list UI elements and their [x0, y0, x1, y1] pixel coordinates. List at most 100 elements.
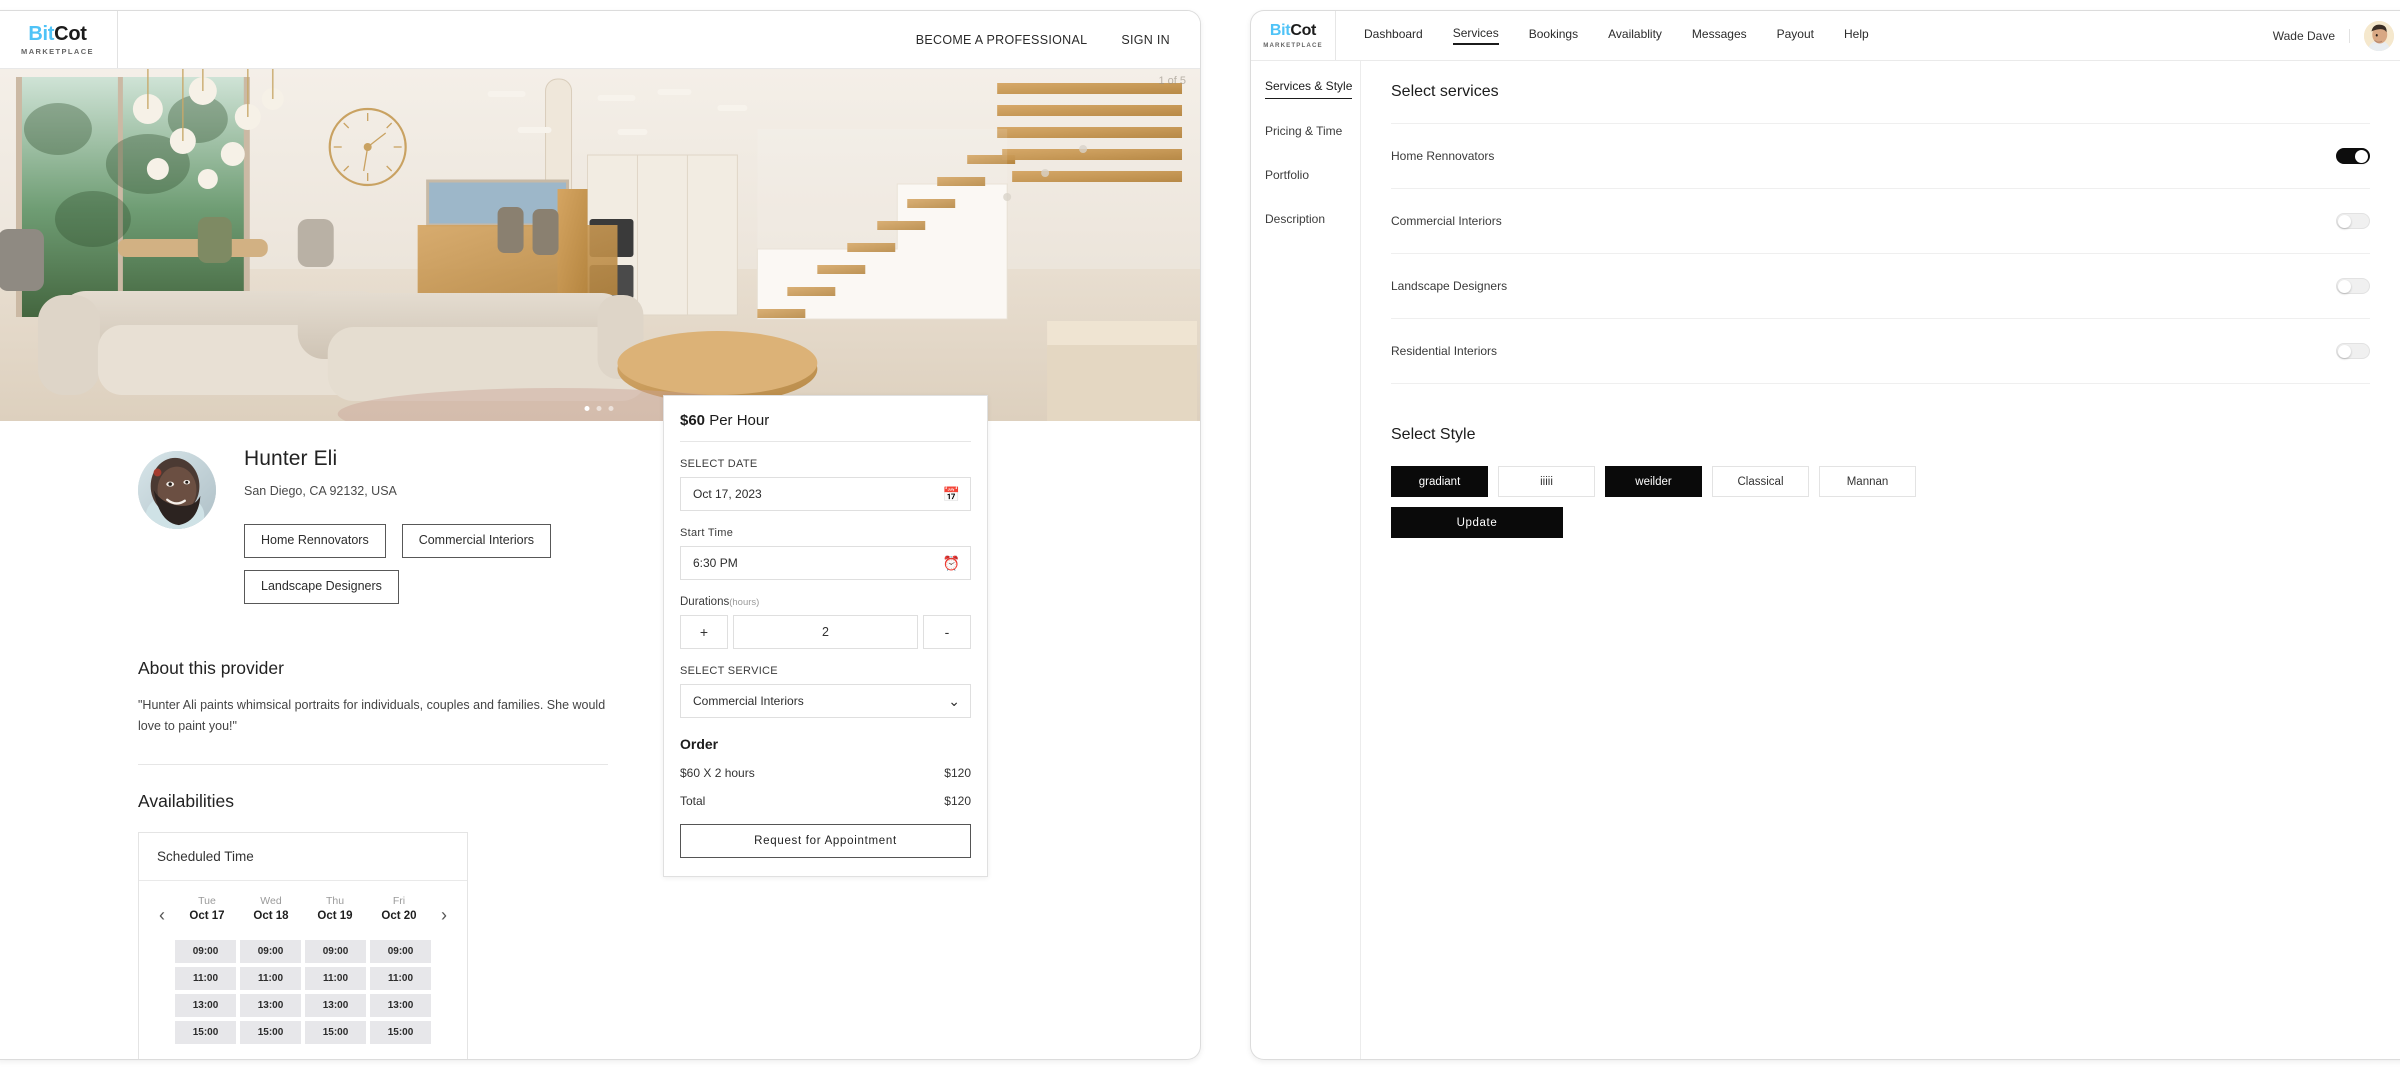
toggle-knob — [2338, 345, 2351, 358]
time-slot[interactable]: 13:00 — [305, 994, 366, 1017]
time-slot[interactable]: 09:00 — [240, 940, 301, 963]
nav-dashboard[interactable]: Dashboard — [1364, 27, 1423, 44]
provider-location: San Diego, CA 92132, USA — [244, 484, 664, 498]
hero-dot[interactable] — [597, 406, 602, 411]
style-chip-classical[interactable]: Classical — [1712, 466, 1809, 497]
service-toggle-residential-interiors[interactable] — [2336, 343, 2370, 359]
time-slot[interactable]: 09:00 — [370, 940, 431, 963]
durations-text: Durations — [680, 596, 729, 608]
dashboard-main: Select services Home Rennovators Commerc… — [1361, 61, 2400, 1059]
price-amount: $60 — [680, 412, 705, 429]
service-toggle-landscape-designers[interactable] — [2336, 278, 2370, 294]
nav-payout[interactable]: Payout — [1777, 27, 1814, 44]
nav-messages[interactable]: Messages — [1692, 27, 1747, 44]
logo-part-1: Bit — [1270, 22, 1290, 39]
time-slot[interactable]: 11:00 — [240, 967, 301, 990]
hero-dot[interactable] — [585, 406, 590, 411]
dashboard-logo[interactable]: BitCot MARKETPLACE — [1251, 11, 1336, 60]
durations-label: Durations(hours) — [680, 596, 971, 608]
time-slot[interactable]: 09:00 — [175, 940, 236, 963]
hero-dots[interactable] — [585, 406, 614, 411]
time-slot[interactable]: 15:00 — [175, 1021, 236, 1044]
sidebar-item-description[interactable]: Description — [1251, 212, 1360, 231]
order-total-label: Total — [680, 794, 705, 808]
service-value: Commercial Interiors — [693, 694, 804, 708]
site-topbar: BitCot MARKETPLACE BECOME A PROFESSIONAL… — [0, 11, 1200, 69]
request-appointment-button[interactable]: Request for Appointment — [680, 824, 971, 858]
day-dow: Tue — [175, 895, 239, 907]
sidebar-item-label: Pricing & Time — [1265, 124, 1342, 143]
style-chip-iiiii[interactable]: iiiii — [1498, 466, 1595, 497]
time-slot[interactable]: 15:00 — [370, 1021, 431, 1044]
time-slot[interactable]: 13:00 — [370, 994, 431, 1017]
nav-help[interactable]: Help — [1844, 27, 1869, 44]
hero-dot[interactable] — [609, 406, 614, 411]
select-service-label: SELECT SERVICE — [680, 665, 971, 677]
site-logo[interactable]: BitCot MARKETPLACE — [0, 11, 118, 68]
hero-carousel[interactable]: 1 of 5 — [0, 69, 1200, 421]
date-input[interactable]: Oct 17, 2023 📅 — [680, 477, 971, 511]
provider-info: Hunter Eli San Diego, CA 92132, USA Home… — [244, 447, 664, 604]
dashboard-topbar: BitCot MARKETPLACE Dashboard Services Bo… — [1251, 11, 2400, 61]
day-dow: Thu — [303, 895, 367, 907]
logo-subtitle: MARKETPLACE — [21, 47, 94, 56]
time-slot[interactable]: 13:00 — [240, 994, 301, 1017]
alarm-clock-icon[interactable]: ⏰ — [943, 556, 960, 570]
about-text: "Hunter Ali paints whimsical portraits f… — [138, 695, 618, 739]
prev-week-icon[interactable]: ‹ — [149, 895, 175, 926]
day-dow: Wed — [239, 895, 303, 907]
duration-value[interactable]: 2 — [733, 615, 918, 649]
time-slot[interactable]: 15:00 — [305, 1021, 366, 1044]
time-input[interactable]: 6:30 PM ⏰ — [680, 546, 971, 580]
duration-decrease-button[interactable]: - — [923, 615, 971, 649]
sidebar-item-pricing-and-time[interactable]: Pricing & Time — [1251, 124, 1360, 143]
sidebar-item-services-and-style[interactable]: Services & Style — [1251, 79, 1360, 99]
duration-increase-button[interactable]: + — [680, 615, 728, 649]
dashboard-sidebar: Services & Style Pricing & Time Portfoli… — [1251, 61, 1361, 1059]
time-slot[interactable]: 11:00 — [305, 967, 366, 990]
order-total-line: Total $120 — [680, 794, 971, 808]
nav-availablity[interactable]: Availablity — [1608, 27, 1662, 44]
service-chip-home-rennovators[interactable]: Home Rennovators — [244, 524, 386, 558]
avatar[interactable] — [2364, 21, 2394, 51]
avatar-portrait-icon — [138, 451, 216, 529]
nav-become-a-professional[interactable]: BECOME A PROFESSIONAL — [916, 33, 1088, 47]
service-chip-landscape-designers[interactable]: Landscape Designers — [244, 570, 399, 604]
style-chip-weilder[interactable]: weilder — [1605, 466, 1702, 497]
time-slot[interactable]: 13:00 — [175, 994, 236, 1017]
style-chip-gradiant[interactable]: gradiant — [1391, 466, 1488, 497]
scheduled-time-card: Scheduled Time ‹ Tue Oct 17 — [138, 832, 468, 1060]
user-avatar-icon — [2364, 21, 2394, 51]
time-slot[interactable]: 09:00 — [305, 940, 366, 963]
nav-services[interactable]: Services — [1453, 26, 1499, 45]
day-header: Fri Oct 20 — [367, 895, 431, 922]
select-services-title: Select services — [1391, 83, 2370, 101]
service-toggle-home-rennovators[interactable] — [2336, 148, 2370, 164]
provider-service-chips: Home Rennovators Commercial Interiors La… — [244, 524, 664, 604]
service-row-commercial-interiors: Commercial Interiors — [1391, 189, 2370, 254]
day-header: Tue Oct 17 — [175, 895, 239, 922]
site-nav: BECOME A PROFESSIONAL SIGN IN — [118, 11, 1200, 68]
time-slot[interactable]: 15:00 — [240, 1021, 301, 1044]
time-slot[interactable]: 11:00 — [370, 967, 431, 990]
section-divider — [138, 764, 608, 765]
calendar-icon[interactable]: 📅 — [943, 487, 960, 501]
user-menu[interactable]: Wade Dave — [2273, 11, 2400, 60]
service-label: Home Rennovators — [1391, 149, 1494, 163]
service-chip-commercial-interiors[interactable]: Commercial Interiors — [402, 524, 551, 558]
update-button[interactable]: Update — [1391, 507, 1563, 538]
sidebar-item-label: Portfolio — [1265, 168, 1309, 187]
nav-sign-in[interactable]: SIGN IN — [1121, 33, 1170, 47]
service-toggle-commercial-interiors[interactable] — [2336, 213, 2370, 229]
time-value: 6:30 PM — [693, 556, 738, 570]
nav-bookings[interactable]: Bookings — [1529, 27, 1578, 44]
sidebar-item-label: Services & Style — [1265, 79, 1352, 99]
logo-subtitle: MARKETPLACE — [1263, 42, 1323, 49]
chevron-down-icon[interactable]: ⌄ — [948, 694, 960, 708]
time-slot[interactable]: 11:00 — [175, 967, 236, 990]
next-week-icon[interactable]: › — [431, 895, 457, 926]
service-select[interactable]: Commercial Interiors ⌄ — [680, 684, 971, 718]
style-chip-mannan[interactable]: Mannan — [1819, 466, 1916, 497]
dashboard-window: BitCot MARKETPLACE Dashboard Services Bo… — [1250, 10, 2400, 1060]
sidebar-item-portfolio[interactable]: Portfolio — [1251, 168, 1360, 187]
